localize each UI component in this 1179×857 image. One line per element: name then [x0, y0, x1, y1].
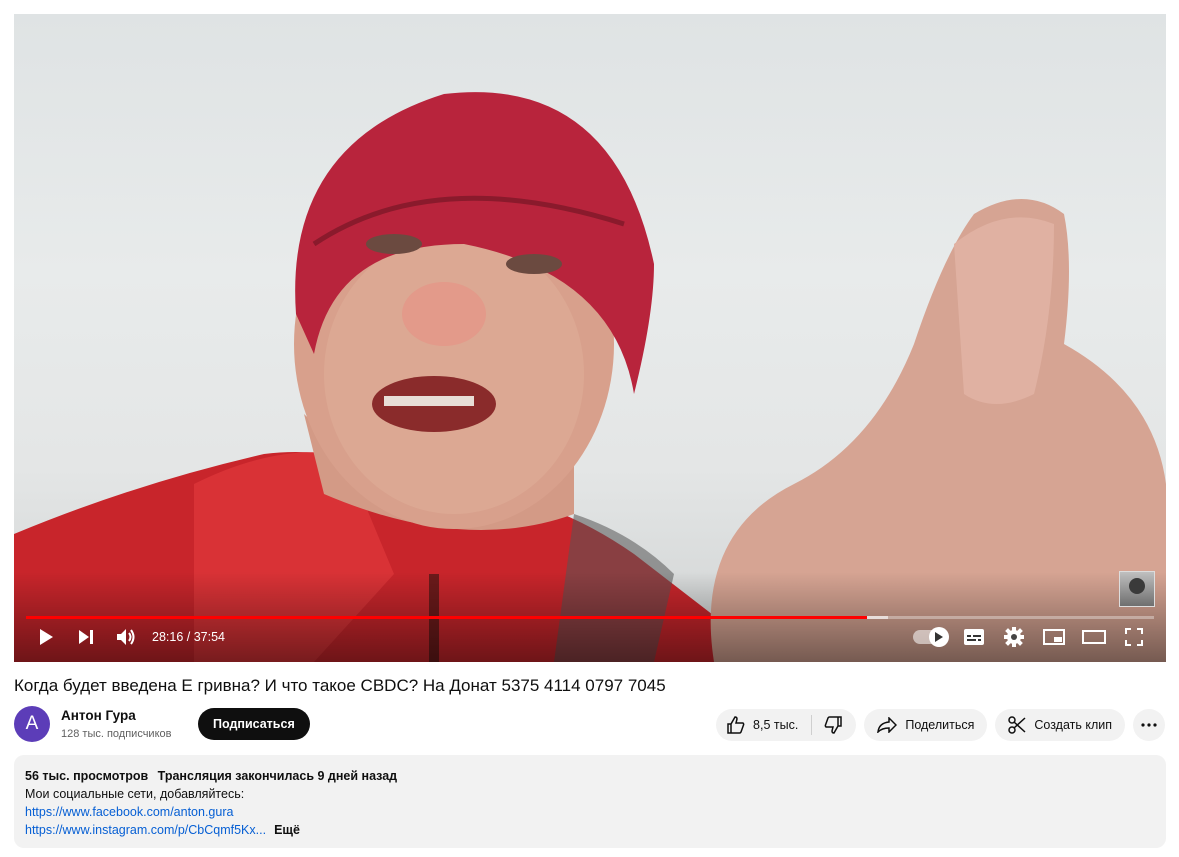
fullscreen-button[interactable]: [1114, 620, 1154, 654]
subscribe-button[interactable]: Подписаться: [198, 708, 310, 740]
theater-button[interactable]: [1074, 620, 1114, 654]
progress-played: [26, 616, 868, 619]
autoplay-toggle-icon: [913, 627, 949, 647]
stream-info: Трансляция закончилась 9 дней назад: [157, 769, 398, 783]
channel-avatar[interactable]: A: [14, 706, 50, 742]
more-horizontal-icon: [1141, 723, 1157, 727]
settings-button[interactable]: [994, 620, 1034, 654]
fullscreen-icon: [1125, 628, 1143, 646]
volume-icon: [117, 629, 135, 645]
play-button[interactable]: [26, 620, 66, 654]
subscriber-count: 128 тыс. подписчиков: [61, 728, 172, 740]
clip-label: Создать клип: [1034, 718, 1112, 732]
channel-name[interactable]: Антон Гура: [61, 708, 188, 723]
like-dislike-group: 8,5 тыс.: [716, 709, 857, 741]
miniplayer-button[interactable]: [1034, 620, 1074, 654]
player-controls: 28:16 / 37:54: [26, 620, 1154, 654]
channel-info: Антон Гура 128 тыс. подписчиков: [61, 708, 188, 740]
show-more-button[interactable]: Ещё: [274, 821, 300, 839]
share-icon: [877, 717, 898, 733]
channel-watermark[interactable]: [1119, 571, 1155, 607]
miniplayer-icon: [1043, 629, 1065, 645]
more-actions-button[interactable]: [1133, 709, 1165, 741]
next-button[interactable]: [66, 620, 106, 654]
subtitles-icon: [964, 629, 984, 645]
subtitles-button[interactable]: [954, 620, 994, 654]
settings-icon: [1004, 627, 1024, 647]
thumbs-up-icon: [727, 716, 745, 734]
progress-bar[interactable]: [26, 616, 1154, 619]
description-line: Мои социальные сети, добавляйтесь:: [25, 787, 245, 801]
like-count: 8,5 тыс.: [753, 718, 799, 732]
description-box[interactable]: 56 тыс. просмотров Трансляция закончилас…: [14, 755, 1166, 848]
video-title: Когда будет введена Е гривна? И что тако…: [14, 676, 666, 695]
description-last-row: https://www.instagram.com/p/CbCqmf5Kx...…: [25, 821, 1155, 839]
view-count: 56 тыс. просмотров: [25, 769, 149, 783]
time-display: 28:16 / 37:54: [152, 630, 225, 644]
play-icon: [40, 629, 53, 645]
clip-button[interactable]: Создать клип: [995, 709, 1125, 741]
action-bar: 8,5 тыс. Поделиться Создать клип: [716, 709, 1165, 741]
autoplay-toggle[interactable]: [906, 620, 954, 654]
thumbs-down-icon: [824, 716, 843, 734]
video-player[interactable]: 28:16 / 37:54: [14, 14, 1166, 662]
channel-owner: A Антон Гура 128 тыс. подписчиков Подпис…: [14, 706, 310, 742]
video-frame: [14, 92, 1166, 662]
theater-icon: [1082, 630, 1106, 644]
share-button[interactable]: Поделиться: [864, 709, 988, 741]
instagram-link[interactable]: https://www.instagram.com/p/CbCqmf5Kx...: [25, 821, 266, 839]
next-icon: [79, 630, 93, 644]
description-meta: 56 тыс. просмотров Трансляция закончилас…: [25, 767, 1155, 785]
facebook-link[interactable]: https://www.facebook.com/anton.gura: [25, 803, 1155, 821]
volume-button[interactable]: [106, 620, 146, 654]
dislike-button[interactable]: [812, 709, 856, 741]
like-button[interactable]: 8,5 тыс.: [716, 709, 811, 741]
share-label: Поделиться: [905, 718, 975, 732]
scissors-icon: [1008, 716, 1026, 734]
